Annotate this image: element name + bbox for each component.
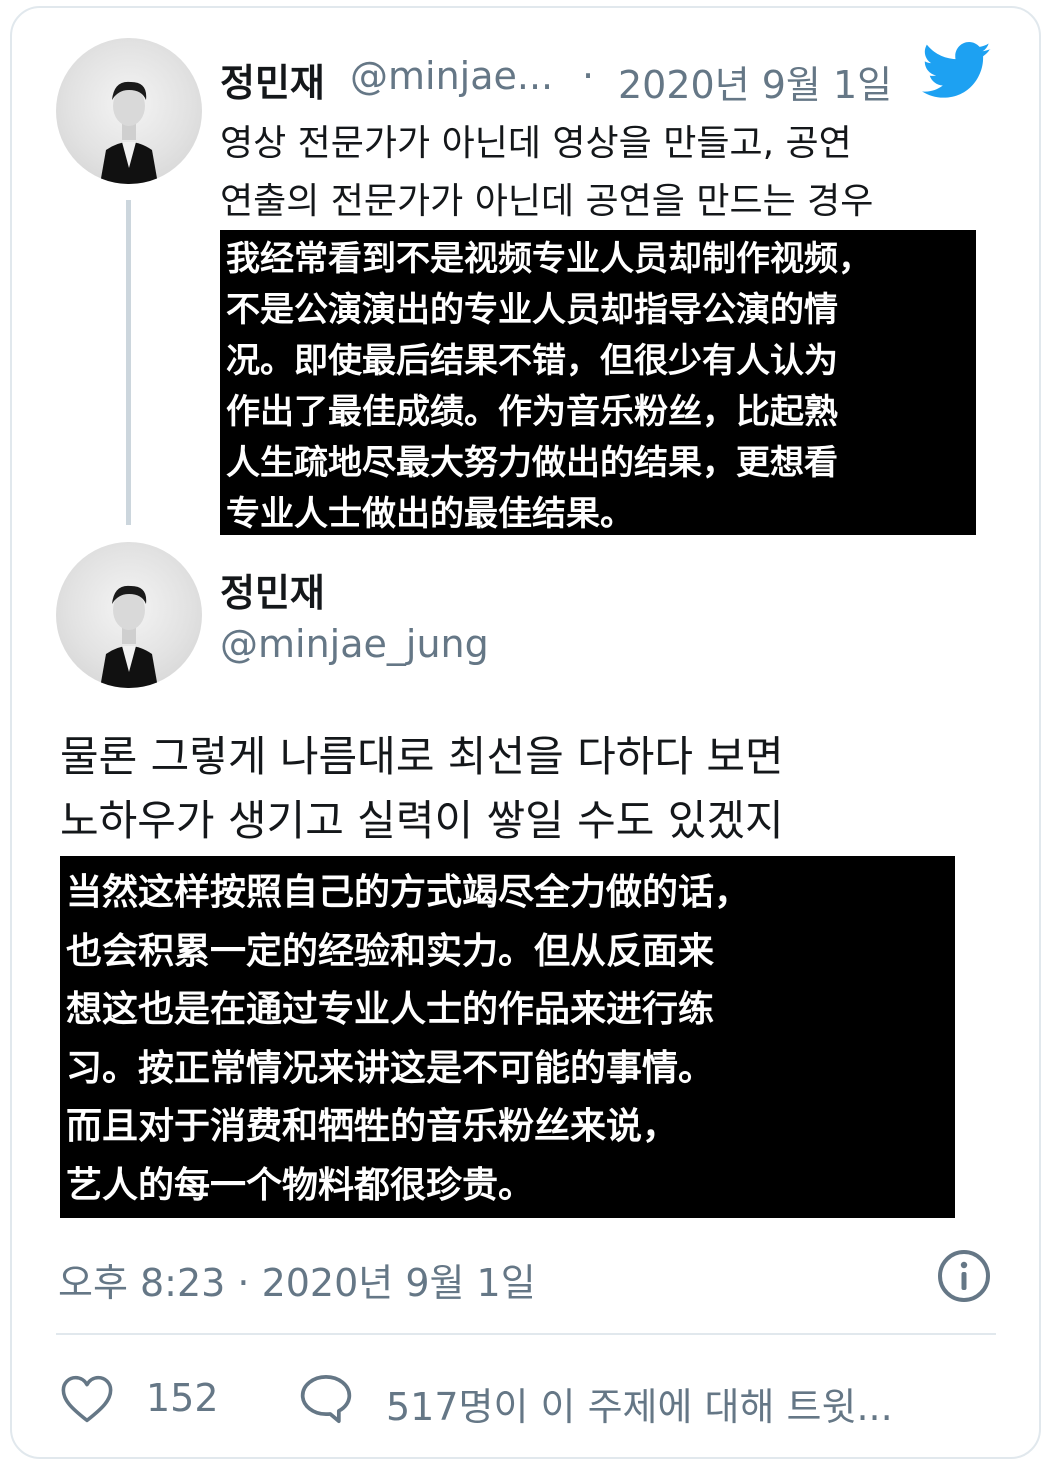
translation-overlay: 当然这样按照自己的方式竭尽全力做的话， 也会积累一定的经验和实力。但从反面来 想… — [60, 856, 955, 1218]
author-name[interactable]: 정민재 — [220, 562, 325, 617]
thread-connector-line — [126, 200, 131, 525]
date-separator: · — [582, 54, 595, 98]
translation-line: 也会积累一定的经验和实力。但从反面来 — [66, 930, 715, 972]
translation-overlay: 我经常看到不是视频专业人员却制作视频， 不是公演演出的专业人员却指导公演的情 况… — [220, 230, 976, 535]
tweet-text-line: 노하우가 생기고 실력이 쌓일 수도 있겠지 — [60, 796, 784, 845]
info-icon[interactable] — [936, 1248, 992, 1304]
translation-line: 人生疏地尽最大努力做出的结果，更想看 — [226, 443, 838, 483]
avatar[interactable] — [56, 38, 202, 184]
heart-icon[interactable] — [60, 1374, 114, 1424]
translation-line: 想这也是在通过专业人士的作品来进行练 — [66, 989, 715, 1030]
speech-bubble-icon[interactable] — [298, 1372, 354, 1426]
twitter-bird-icon[interactable] — [922, 42, 992, 100]
avatar-portrait — [100, 81, 158, 184]
tweet-text-line: 연출의 전문가가 아닌데 공연을 만드는 경우 — [220, 181, 874, 222]
translation-line: 专业人士做出的最佳结果。 — [226, 494, 634, 534]
tweet-timestamp[interactable]: 오후 8:23 · 2020년 9월 1일 — [58, 1252, 536, 1307]
translation-line: 当然这样按照自己的方式竭尽全力做的话， — [66, 872, 751, 913]
author-handle[interactable]: @minjae... — [350, 54, 553, 98]
translation-line: 不是公演演出的专业人员却指导公演的情 — [226, 290, 838, 330]
translation-line: 作出了最佳成绩。作为音乐粉丝，比起熟 — [226, 392, 838, 432]
translation-line: 我经常看到不是视频专业人员却制作视频， — [226, 239, 872, 279]
discussion-link[interactable]: 517명이 이 주제에 대해 트윗... — [386, 1376, 893, 1431]
avatar[interactable] — [56, 542, 202, 688]
divider — [56, 1333, 996, 1335]
avatar-portrait — [100, 585, 158, 688]
author-name[interactable]: 정민재 — [220, 52, 325, 107]
like-count[interactable]: 152 — [146, 1376, 219, 1420]
translation-line: 艺人的每一个物料都很珍贵。 — [66, 1164, 535, 1206]
tweet-text-line: 영상 전문가가 아닌데 영상을 만들고, 공연 — [220, 123, 852, 164]
translation-line: 而且对于消费和牺牲的音乐粉丝来说， — [66, 1106, 679, 1147]
tweet-date[interactable]: 2020년 9월 1일 — [618, 54, 892, 109]
translation-line: 况。即使最后结果不错，但很少有人认为 — [226, 341, 838, 381]
translation-line: 习。按正常情况来讲这是不可能的事情。 — [66, 1047, 715, 1089]
tweet-text-line: 물론 그렇게 나름대로 최선을 다하다 보면 — [60, 732, 784, 781]
author-handle[interactable]: @minjae_jung — [220, 622, 489, 666]
